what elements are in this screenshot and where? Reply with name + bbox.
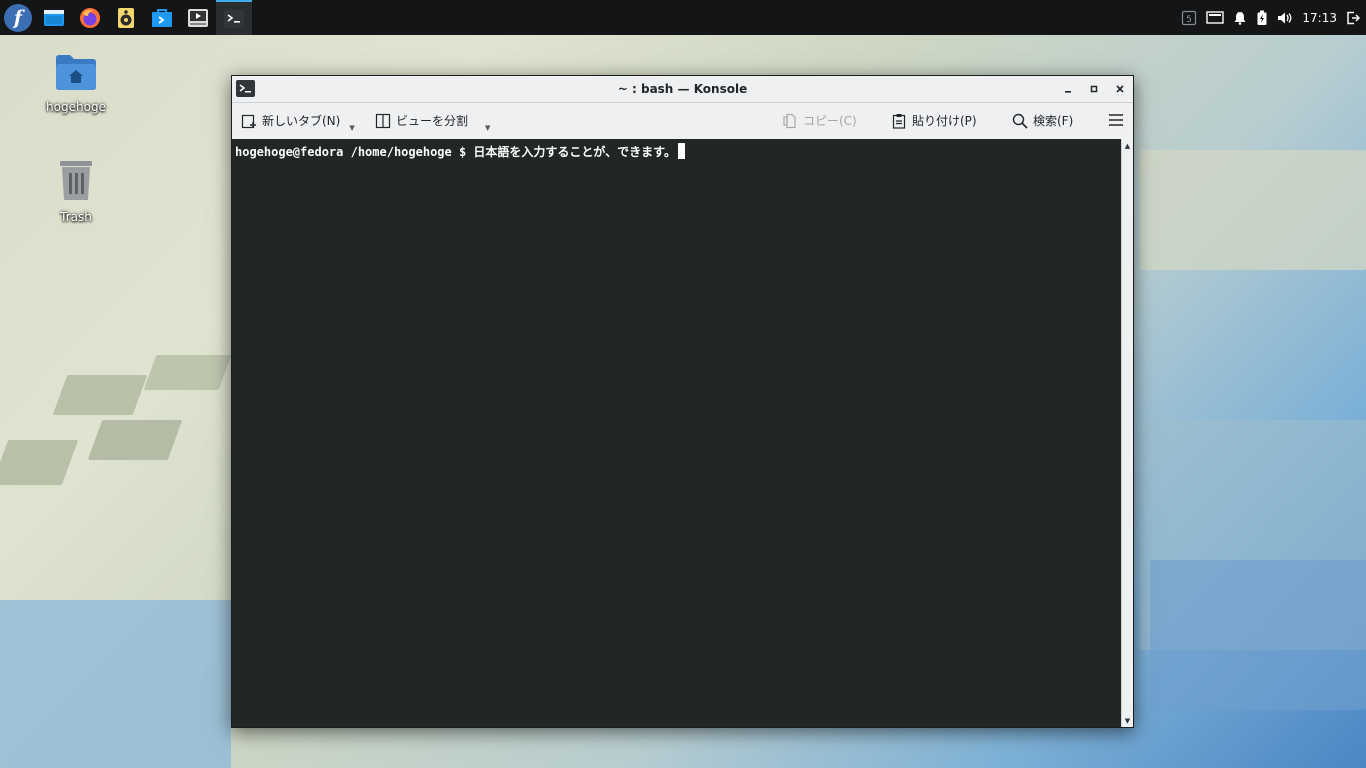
minimize-icon	[1065, 91, 1071, 93]
wallpaper-block	[0, 440, 79, 485]
hamburger-menu-button[interactable]	[1108, 112, 1124, 128]
maximize-button[interactable]	[1085, 80, 1103, 98]
clipboard-icon[interactable]: 5	[1181, 10, 1197, 26]
new-tab-label: 新しいタブ(N)	[262, 114, 341, 128]
copy-icon	[783, 113, 796, 128]
copy-button[interactable]: コピー(C)	[782, 112, 857, 129]
system-tray: 5 17:13	[1181, 0, 1366, 35]
music-player-icon	[118, 7, 134, 28]
paste-icon	[892, 113, 906, 129]
battery-icon[interactable]	[1256, 10, 1268, 26]
terminal-view[interactable]: hogehoge@fedora /home/hogehoge $ 日本語を入力す…	[232, 139, 1121, 727]
paste-label: 貼り付け(P)	[912, 114, 977, 128]
split-view-icon	[375, 113, 391, 128]
task-file-manager[interactable]	[36, 0, 72, 35]
new-tab-button[interactable]: 新しいタブ(N) ▼	[241, 112, 355, 132]
fedora-logo-icon: f	[4, 3, 32, 32]
terminal-line: hogehoge@fedora /home/hogehoge $ 日本語を入力す…	[235, 143, 685, 160]
search-icon	[1012, 113, 1028, 129]
display-icon[interactable]	[1206, 10, 1225, 25]
wallpaper-block	[87, 420, 183, 460]
notification-bell-icon[interactable]	[1233, 11, 1247, 25]
svg-text:5: 5	[1187, 15, 1193, 25]
konsole-icon	[224, 9, 244, 28]
terminal-prompt: hogehoge@fedora /home/hogehoge $	[235, 145, 474, 159]
konsole-window: ~ : bash — Konsole 新しいタブ(N) ▼ ビューを分割 ▼ コ…	[231, 75, 1134, 728]
task-media-player[interactable]	[180, 0, 216, 35]
desktop-icon-label: Trash	[60, 210, 92, 224]
wallpaper-block	[1140, 150, 1366, 270]
copy-label: コピー(C)	[803, 114, 857, 128]
top-panel: f 5 17:13	[0, 0, 1366, 35]
volume-icon[interactable]	[1277, 11, 1293, 25]
split-view-button[interactable]: ビューを分割 ▼	[375, 112, 490, 132]
software-center-icon	[152, 8, 172, 27]
desktop-icon-home[interactable]: hogehoge	[36, 52, 116, 114]
media-player-icon	[188, 8, 208, 27]
home-folder-icon	[56, 55, 96, 90]
task-music-player[interactable]	[108, 0, 144, 35]
paste-button[interactable]: 貼り付け(P)	[891, 112, 977, 129]
scroll-up-icon[interactable]: ▲	[1122, 142, 1133, 150]
maximize-icon	[1090, 85, 1098, 93]
split-view-dropdown-icon[interactable]: ▼	[485, 124, 490, 132]
minimize-button[interactable]	[1059, 80, 1077, 98]
application-launcher[interactable]: f	[0, 0, 36, 35]
wallpaper-block	[0, 600, 231, 768]
hamburger-menu-icon	[1109, 114, 1123, 126]
terminal-scrollbar[interactable]: ▲ ▼	[1121, 139, 1133, 727]
find-label: 検索(F)	[1033, 114, 1074, 128]
wallpaper-block	[143, 355, 232, 390]
window-titlebar[interactable]: ~ : bash — Konsole	[232, 76, 1133, 103]
desktop-icon-label: hogehoge	[46, 100, 106, 114]
task-konsole[interactable]	[216, 0, 252, 35]
window-title: ~ : bash — Konsole	[617, 82, 748, 96]
close-icon	[1116, 85, 1124, 93]
scroll-down-icon[interactable]: ▼	[1122, 717, 1133, 725]
new-tab-icon	[241, 114, 256, 128]
firefox-icon	[80, 7, 100, 28]
task-software-center[interactable]	[144, 0, 180, 35]
task-firefox[interactable]	[72, 0, 108, 35]
clock[interactable]: 17:13	[1302, 11, 1337, 25]
find-button[interactable]: 検索(F)	[1012, 112, 1073, 129]
close-button[interactable]	[1111, 80, 1129, 98]
terminal-cursor	[677, 143, 685, 159]
trash-icon	[60, 161, 92, 200]
new-tab-dropdown-icon[interactable]: ▼	[349, 124, 354, 132]
wallpaper-block	[52, 375, 148, 415]
desktop-icon-trash[interactable]: Trash	[36, 158, 116, 224]
logout-icon[interactable]	[1346, 11, 1360, 25]
split-view-label: ビューを分割	[396, 114, 469, 128]
terminal-input: 日本語を入力することが、できます。	[473, 145, 676, 159]
file-manager-icon	[44, 9, 64, 26]
wallpaper-block	[1150, 560, 1366, 710]
konsole-toolbar: 新しいタブ(N) ▼ ビューを分割 ▼ コピー(C) 貼り付け(P) 検索(F)	[232, 103, 1133, 140]
